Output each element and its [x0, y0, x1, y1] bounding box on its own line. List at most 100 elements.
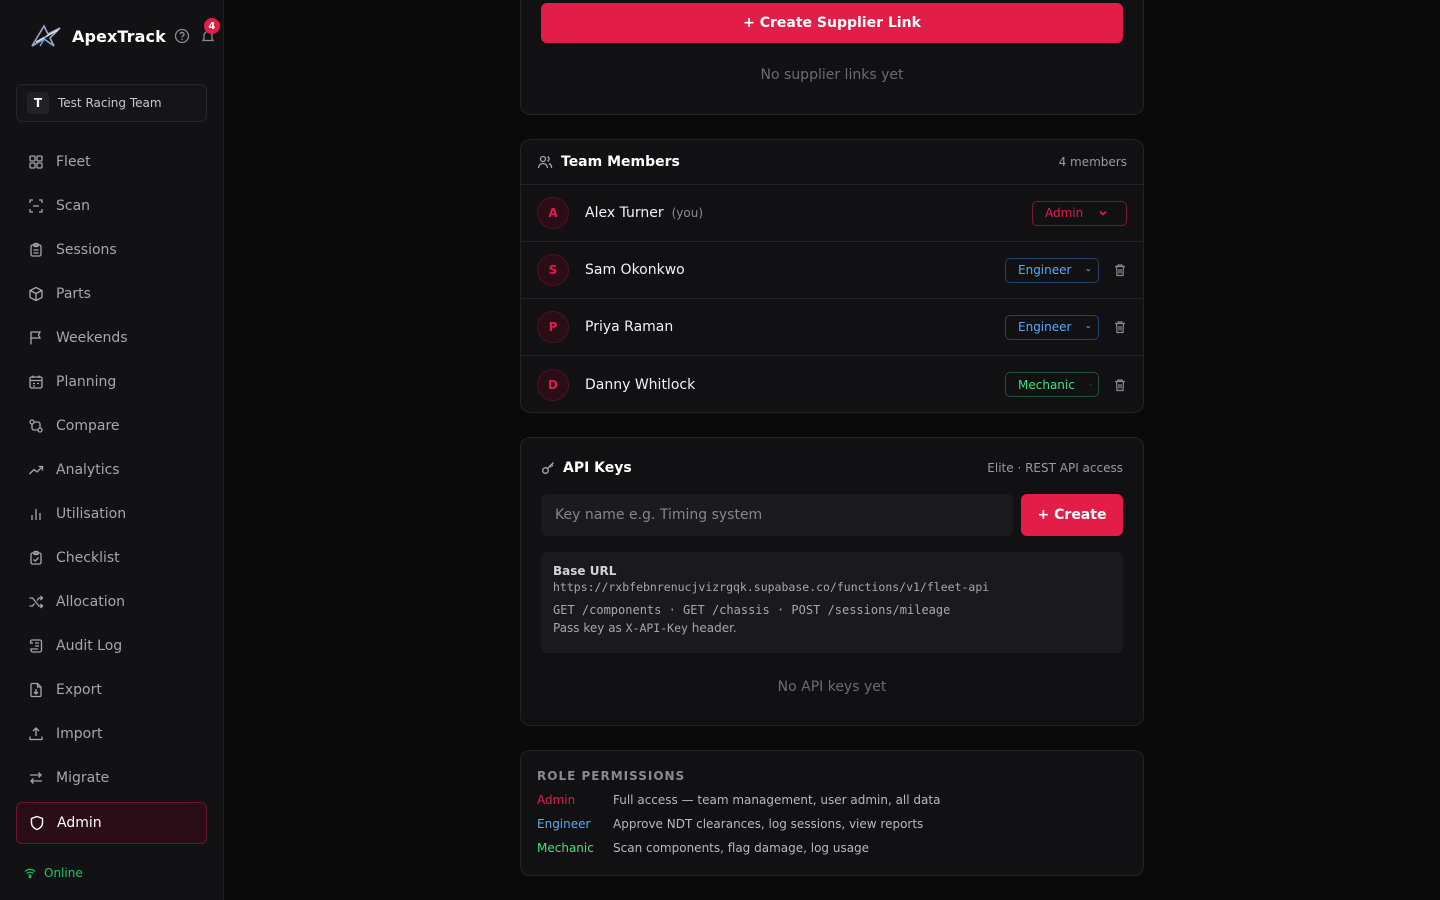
sidebar-item-label: Export [56, 682, 102, 698]
notification-badge: 4 [203, 18, 220, 34]
permissions-title: ROLE PERMISSIONS [537, 769, 686, 783]
apextrack-logo-icon [31, 24, 61, 47]
avatar: S [537, 254, 569, 286]
team-avatar: T [27, 92, 49, 114]
member-name: Alex Turner [585, 205, 664, 221]
sidebar-item-label: Analytics [56, 462, 120, 478]
create-supplier-link-button[interactable]: + Create Supplier Link [541, 3, 1123, 43]
sidebar-item-checklist[interactable]: Checklist [16, 536, 207, 580]
sidebar-item-import[interactable]: Import [16, 712, 207, 756]
sidebar-item-label: Allocation [56, 594, 126, 610]
sidebar-item-utilisation[interactable]: Utilisation [16, 492, 207, 536]
member-count: 4 members [1058, 155, 1127, 169]
role-select[interactable]: Mechanic [1005, 372, 1099, 397]
permission-role: Engineer [537, 817, 591, 831]
compare-icon [29, 419, 43, 433]
sidebar-item-fleet[interactable]: Fleet [16, 140, 207, 184]
role-value: Mechanic [1018, 377, 1075, 392]
header-name-code: X-API-Key [625, 621, 688, 635]
sidebar-item-scan[interactable]: Scan [16, 184, 207, 228]
role-permissions-card: ROLE PERMISSIONS Admin Full access — tea… [520, 750, 1144, 876]
sidebar-item-analytics[interactable]: Analytics [16, 448, 207, 492]
sidebar-item-label: Scan [56, 198, 91, 214]
trash-icon[interactable] [1113, 263, 1127, 277]
sidebar-nav: Fleet Scan Sessions Parts Weekends Plann… [16, 140, 207, 844]
flag-icon [30, 331, 42, 345]
sidebar-item-sessions[interactable]: Sessions [16, 228, 207, 272]
sidebar-item-label: Planning [56, 374, 117, 390]
permission-description: Scan components, flag damage, log usage [613, 841, 870, 855]
shuffle-icon [29, 595, 44, 609]
brand[interactable]: ApexTrack 4 [30, 18, 220, 50]
clipboard-icon [30, 242, 42, 257]
team-name: Test Racing Team [58, 96, 162, 110]
chevron-down-icon [1089, 383, 1092, 386]
sidebar-item-parts[interactable]: Parts [16, 272, 207, 316]
api-info-box: Base URL https://rxbfebnrenucjvizrgqk.su… [541, 552, 1123, 653]
sidebar-item-planning[interactable]: Planning [16, 360, 207, 404]
brand-name: ApexTrack [72, 26, 166, 46]
scroll-icon [29, 639, 43, 653]
sidebar-item-label: Weekends [56, 330, 128, 346]
permission-row: Engineer Approve NDT clearances, log ses… [537, 817, 1127, 831]
create-api-key-button[interactable]: + Create [1021, 494, 1123, 536]
role-select[interactable]: Admin [1032, 200, 1127, 226]
sidebar-item-audit-log[interactable]: Audit Log [16, 624, 207, 668]
sidebar-item-admin[interactable]: Admin [16, 802, 207, 844]
sidebar-item-weekends[interactable]: Weekends [16, 316, 207, 360]
sidebar-item-migrate[interactable]: Migrate [16, 756, 207, 800]
team-selector[interactable]: T Test Racing Team [16, 84, 207, 122]
api-key-note: Pass key as X-API-Key header. [553, 621, 1111, 635]
trash-icon[interactable] [1113, 378, 1127, 392]
api-keys-header: API Keys Elite · REST API access [541, 458, 1123, 478]
api-key-name-input[interactable] [541, 494, 1013, 536]
member-row: S Sam Okonkwo Engineer [521, 242, 1143, 299]
sidebar-item-label: Audit Log [56, 638, 123, 654]
chevron-down-icon [1099, 210, 1107, 216]
team-members-header: Team Members 4 members [521, 140, 1143, 185]
api-endpoints: GET /components · GET /chassis · POST /s… [553, 603, 951, 617]
box-icon [29, 286, 43, 302]
connection-status: Online [24, 866, 83, 880]
permission-row: Admin Full access — team management, use… [537, 793, 1127, 807]
upload-icon [29, 727, 43, 741]
api-keys-card: API Keys Elite · REST API access + Creat… [520, 437, 1144, 726]
note-suffix: header. [687, 621, 737, 635]
chevron-down-icon [1086, 325, 1091, 329]
swap-icon [30, 772, 42, 784]
sidebar-item-label: Sessions [56, 242, 117, 258]
member-row: P Priya Raman Engineer [521, 299, 1143, 356]
supplier-empty-text: No supplier links yet [760, 67, 904, 83]
team-members-card: Team Members 4 members A Alex Turner (yo… [520, 139, 1144, 413]
api-keys-title: API Keys [563, 460, 632, 476]
base-url-value: https://rxbfebnrenucjvizrgqk.supabase.co… [553, 580, 990, 594]
role-select[interactable]: Engineer [1005, 314, 1099, 340]
sidebar-item-label: Fleet [56, 154, 91, 170]
trash-icon[interactable] [1113, 320, 1127, 334]
member-name: Sam Okonkwo [585, 262, 685, 278]
help-circle-icon[interactable] [174, 28, 190, 44]
sidebar-item-label: Utilisation [56, 506, 127, 522]
sidebar-item-export[interactable]: Export [16, 668, 207, 712]
permission-description: Approve NDT clearances, log sessions, vi… [613, 817, 924, 831]
calendar-icon [29, 375, 43, 389]
avatar: P [537, 311, 569, 343]
member-name: Priya Raman [585, 319, 674, 335]
status-label: Online [44, 866, 83, 880]
permission-role: Admin [537, 793, 576, 807]
notifications-button[interactable]: 4 [200, 18, 220, 44]
file-export-icon [30, 682, 42, 698]
bar-chart-icon [31, 509, 41, 520]
sidebar-item-compare[interactable]: Compare [16, 404, 207, 448]
shield-icon [30, 815, 44, 831]
note-prefix: Pass key as [553, 621, 626, 635]
sidebar-item-label: Compare [56, 418, 120, 434]
permission-role: Mechanic [537, 841, 594, 855]
sidebar-item-label: Checklist [56, 550, 120, 566]
wifi-icon [24, 868, 36, 879]
role-value: Engineer [1018, 263, 1072, 277]
role-select[interactable]: Engineer [1005, 257, 1099, 283]
chevron-down-icon [1086, 268, 1091, 272]
sidebar-item-allocation[interactable]: Allocation [16, 580, 207, 624]
sidebar-item-label: Parts [56, 286, 91, 302]
